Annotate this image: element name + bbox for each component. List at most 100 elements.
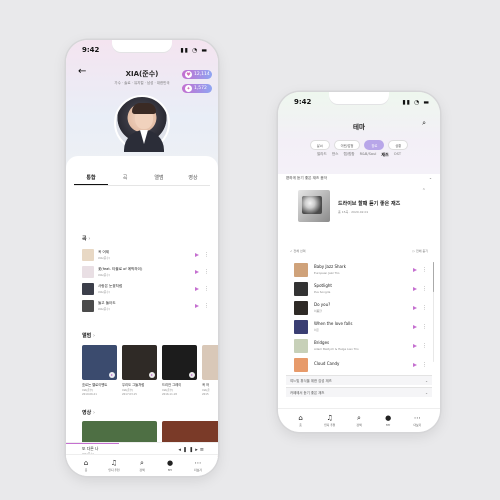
more-vertical-icon[interactable]: ⋮: [204, 303, 209, 309]
song-row[interactable]: 꽃(feat. 타블로 of 에픽하이) XIA(준수) ⋮: [82, 264, 209, 280]
nav-home[interactable]: ⌂ 홈: [75, 459, 97, 472]
genre-tab[interactable]: 재즈: [381, 152, 388, 158]
more-vertical-icon[interactable]: ⋮: [422, 324, 427, 330]
play-icon[interactable]: [413, 286, 417, 291]
play-icon[interactable]: [195, 270, 199, 274]
nav-search[interactable]: ⌕ 검색: [131, 459, 153, 472]
nav-headphones[interactable]: ♫ 인디 추천: [319, 414, 341, 427]
more-vertical-icon[interactable]: ⋮: [422, 286, 427, 292]
category-chip[interactable]: 이런/감정: [333, 140, 361, 150]
tab-1[interactable]: 곡: [108, 174, 142, 185]
album-card[interactable]: 흐르는 멜로이벤트 XIA(준수) 2019.06.21: [82, 345, 117, 396]
more-vertical-icon[interactable]: ⋮: [422, 343, 427, 349]
album-row: 흐르는 멜로이벤트 XIA(준수) 2019.06.21 우리도 그들처럼 XIA(준수…: [82, 345, 218, 396]
playlist-title: 드라이브 할때 듣기 좋은 재즈: [338, 201, 401, 207]
song-row[interactable]: Do you? 이룸한 ⋮: [294, 298, 427, 317]
play-all-label: 전체 듣기: [416, 249, 428, 253]
more-icon: ⋯: [413, 414, 421, 422]
song-title: Do you?: [314, 302, 331, 308]
play-icon[interactable]: [195, 287, 199, 291]
nav-headphones[interactable]: ♫ 인디 추천: [103, 459, 125, 472]
collapsed-playlist[interactable]: 여느빛 휴식을 위한 감성 재즈 ⌄: [286, 375, 432, 385]
song-thumbnail: [294, 357, 308, 372]
song-meta: When the love falls 이훈: [314, 321, 413, 332]
genre-tab[interactable]: 발라드: [317, 152, 327, 158]
album-card[interactable]: 드리안 그레이 XIA(준수) 2016.11.18: [162, 345, 197, 396]
collapsed-playlist[interactable]: 카페에서 듣기 좋은 재즈 ⌄: [286, 387, 432, 397]
play-icon[interactable]: [195, 253, 199, 257]
artist-phone-screen: 9:42 ▮▮ ◔ ▬ ← XIA(준수) 가수 · 솔로 · 뮤지컬 · 남성…: [66, 40, 218, 476]
category-chip[interactable]: 상황: [388, 140, 409, 150]
song-title: 꽃(feat. 타블로 of 에픽하이): [98, 267, 143, 271]
chevron-down-icon: ⌄: [428, 176, 432, 180]
album-artist: XIA(준수): [82, 389, 94, 392]
fan-icon: ✦: [185, 85, 192, 92]
chevron-right-icon: ›: [92, 333, 95, 339]
category-chip[interactable]: 날씨: [309, 140, 330, 150]
more-vertical-icon[interactable]: ⋮: [204, 286, 209, 292]
songs-section-title[interactable]: 곡 ›: [82, 235, 90, 242]
nav-search[interactable]: ⌕ 검색: [348, 414, 370, 427]
search-icon[interactable]: ⌕: [422, 119, 426, 128]
genre-tab[interactable]: 댄스: [332, 152, 339, 158]
category-chip[interactable]: 장르: [364, 140, 385, 150]
song-row[interactable]: Baby Jazz Shark European Jazz Trio ⋮: [294, 260, 427, 279]
scrollbar[interactable]: [432, 262, 434, 362]
select-all-button[interactable]: ✓ 전체 선택: [290, 249, 305, 253]
song-row[interactable]: Cloud Candy ⋮: [294, 355, 427, 374]
more-vertical-icon[interactable]: ⋮: [204, 269, 209, 275]
song-row[interactable]: Spotlight Pus Songda ⋮: [294, 279, 427, 298]
albums-section-title[interactable]: 앨범 ›: [82, 332, 95, 339]
album-card[interactable]: 꼭 어 XIA(준 2015: [202, 345, 218, 396]
playlist-section-header[interactable]: 편하게 듣기 좋은 재즈 음악 ⌄: [286, 176, 432, 181]
playlist-subtitle: 총 15곡 · 2020.02.01: [338, 210, 369, 214]
collapsed-playlist-label: 여느빛 휴식을 위한 감성 재즈: [290, 379, 332, 383]
videos-section-title[interactable]: 영상 ›: [82, 409, 95, 416]
chevron-up-icon[interactable]: ⌃: [422, 188, 426, 194]
album-card[interactable]: 우리도 그들처럼 XIA(준수) 2017.03.15: [122, 345, 157, 396]
more-vertical-icon[interactable]: ⋮: [422, 362, 427, 368]
bottom-nav: ⌂ 홈 ♫ 인디 추천 ⌕ 검색 ● MY ⋯ 더보기: [66, 454, 218, 476]
play-icon[interactable]: [149, 372, 155, 378]
play-icon[interactable]: [189, 372, 195, 378]
featured-playlist-card[interactable]: ⌃ 드라이브 할때 듣기 좋은 재즈 총 15곡 · 2020.02.01: [286, 186, 432, 232]
nav-person[interactable]: ● MY: [159, 459, 181, 472]
play-icon[interactable]: [195, 304, 199, 308]
like-button[interactable]: ♥ 12,114: [182, 70, 212, 79]
play-icon[interactable]: [413, 305, 417, 310]
nav-more[interactable]: ⋯ 더보기: [187, 459, 209, 472]
song-row[interactable]: 꼭 어제 XIA(준수) ⋮: [82, 247, 209, 263]
play-icon[interactable]: [413, 267, 417, 272]
album-date: 2016.11.18: [162, 393, 177, 396]
play-all-button[interactable]: ▷ 전체 듣기: [413, 249, 428, 253]
nav-more[interactable]: ⋯ 더보기: [406, 414, 428, 427]
song-row[interactable]: 사랑은 눈꽃처럼 XIA(준수) ⋮: [82, 281, 209, 297]
genre-tab[interactable]: R&B/Soul: [360, 152, 377, 158]
fan-button[interactable]: ✦ 1,572: [182, 84, 212, 93]
song-row[interactable]: When the love falls 이훈 ⋮: [294, 317, 427, 336]
tab-0[interactable]: 통합: [74, 174, 108, 185]
nav-person[interactable]: ● MY: [377, 414, 399, 427]
more-vertical-icon[interactable]: ⋮: [204, 252, 209, 258]
play-icon[interactable]: [109, 372, 115, 378]
genre-tab[interactable]: OST: [394, 152, 401, 158]
pause-icon[interactable]: ❚❚: [183, 447, 195, 453]
nav-label: MY: [167, 468, 173, 472]
playlist-icon[interactable]: ≡: [200, 447, 206, 453]
tab-3[interactable]: 영상: [176, 174, 210, 185]
nav-home[interactable]: ⌂ 홈: [290, 414, 312, 427]
album-date: 2019.06.21: [82, 393, 97, 396]
scrollbar-thumb[interactable]: [432, 262, 434, 292]
play-icon[interactable]: [413, 324, 417, 329]
song-row[interactable]: Bridges Adam Baldych & Helge Lien Trio ⋮: [294, 336, 427, 355]
tab-2[interactable]: 앨범: [142, 174, 176, 185]
albums-section-label: 앨범: [82, 333, 92, 339]
song-meta: Do you? 이룸한: [314, 302, 413, 313]
song-meta: Cloud Candy: [314, 361, 413, 368]
genre-tab[interactable]: 랩/힙합: [343, 152, 354, 158]
more-vertical-icon[interactable]: ⋮: [422, 267, 427, 273]
more-vertical-icon[interactable]: ⋮: [422, 305, 427, 311]
song-row[interactable]: 둘고 돌아도 XIA(준수) ⋮: [82, 298, 209, 314]
play-icon[interactable]: [413, 343, 417, 348]
play-icon[interactable]: [413, 362, 417, 367]
